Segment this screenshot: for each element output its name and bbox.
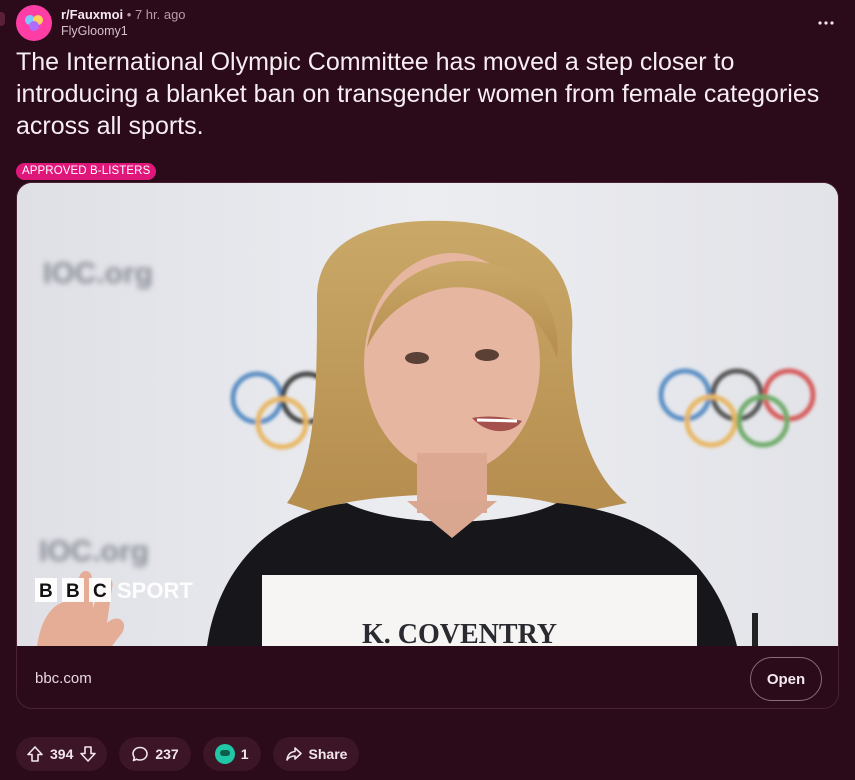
meta-separator: •: [126, 7, 132, 22]
bbc-letter-1: B: [39, 581, 53, 602]
open-link-button[interactable]: Open: [750, 657, 822, 701]
bbc-letter-2: B: [66, 581, 80, 602]
backdrop-text-2: IOC.org: [39, 535, 149, 568]
post-title[interactable]: The International Olympic Committee has …: [16, 46, 836, 142]
vote-count: 394: [50, 746, 74, 762]
edge-dot: [0, 12, 5, 26]
share-label: Share: [308, 746, 348, 762]
post-meta: r/Fauxmoi • 7 hr. ago FlyGloomy1: [61, 7, 186, 39]
sport-word: SPORT: [117, 578, 193, 603]
comments-button[interactable]: 237: [119, 737, 191, 771]
subreddit-link[interactable]: r/Fauxmoi: [61, 7, 123, 22]
link-preview-card[interactable]: IOC.org IOC.org ᴏ: [16, 182, 839, 709]
award-button[interactable]: 1: [202, 737, 261, 771]
subreddit-avatar[interactable]: [16, 5, 52, 41]
award-count: 1: [240, 746, 249, 762]
post-time: 7 hr. ago: [134, 7, 186, 22]
meta-top-line: r/Fauxmoi • 7 hr. ago: [61, 7, 186, 23]
link-footer: bbc.com Open: [17, 646, 838, 708]
reddit-post-page: r/Fauxmoi • 7 hr. ago FlyGloomy1 The Int…: [0, 0, 855, 780]
upvote-icon[interactable]: [26, 745, 44, 763]
link-thumbnail[interactable]: IOC.org IOC.org ᴏ: [17, 183, 838, 646]
nameplate-text: K. COVENTRY: [362, 619, 557, 646]
post-header: r/Fauxmoi • 7 hr. ago FlyGloomy1: [16, 4, 186, 42]
author-link[interactable]: FlyGloomy1: [61, 23, 186, 39]
comment-count: 237: [155, 746, 179, 762]
more-options-button[interactable]: [813, 10, 839, 36]
left-edge-indicator: [0, 0, 6, 40]
award-icon: [214, 744, 235, 764]
backdrop-text-1: IOC.org: [43, 257, 153, 290]
vote-pill: 394: [16, 737, 108, 771]
link-domain[interactable]: bbc.com: [35, 670, 92, 687]
post-flair[interactable]: APPROVED B-LISTERS: [16, 163, 157, 180]
bbc-letter-3: C: [93, 581, 107, 602]
downvote-icon[interactable]: [79, 745, 97, 763]
comment-icon: [132, 746, 149, 762]
share-icon: [285, 747, 302, 761]
thumbnail-illustration: IOC.org IOC.org ᴏ: [17, 183, 838, 646]
mic-stand: [752, 613, 758, 646]
more-horizontal-icon: [818, 21, 834, 25]
share-button[interactable]: Share: [272, 737, 360, 771]
subreddit-avatar-icon: [25, 15, 43, 31]
post-actions-bar: 394 237 1 Share: [16, 737, 360, 773]
